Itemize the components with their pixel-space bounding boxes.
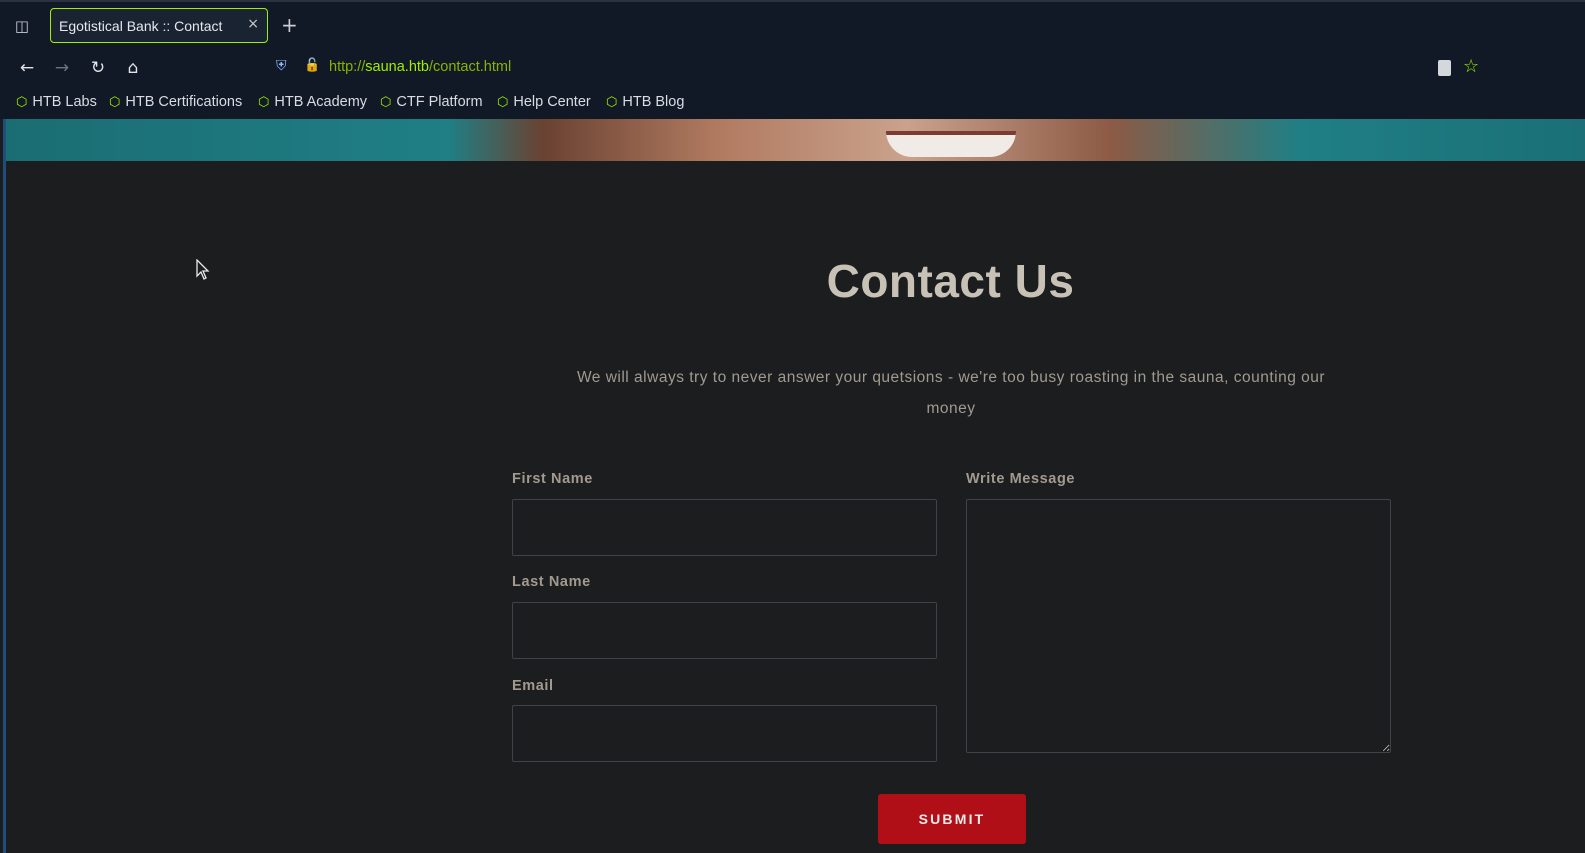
url-host: sauna.htb (365, 59, 429, 75)
htb-cube-icon: ⬡ (258, 94, 270, 110)
first-name-label: First Name (512, 471, 593, 487)
reload-icon[interactable]: ↻ (86, 56, 110, 80)
page-subtitle: We will always try to never answer your … (576, 369, 1326, 417)
htb-cube-icon: ⬡ (380, 94, 392, 110)
url-scheme: http:// (329, 59, 366, 75)
url-bar[interactable]: http://sauna.htb/contact.html (329, 59, 511, 75)
email-field[interactable] (512, 705, 937, 762)
htb-cube-icon: ⬡ (16, 94, 28, 110)
hero-smile (886, 131, 1016, 157)
message-textarea[interactable] (966, 499, 1391, 753)
htb-cube-icon: ⬡ (109, 94, 121, 110)
hero-image (6, 119, 1585, 161)
bookmark-htb-blog[interactable]: ⬡ HTB Blog (606, 94, 684, 110)
message-label: Write Message (966, 471, 1076, 487)
forward-arrow-icon[interactable]: → (50, 56, 74, 80)
bookmark-label: Help Center (513, 94, 591, 110)
submit-button[interactable]: SUBMIT (878, 794, 1026, 844)
bookmark-label: HTB Blog (622, 94, 685, 110)
url-path: /contact.html (428, 59, 512, 75)
reader-view-icon[interactable] (1438, 60, 1451, 76)
bookmark-star-icon[interactable]: ☆ (1463, 56, 1479, 77)
page-viewport: Contact Us We will always try to never a… (3, 119, 1585, 853)
last-name-label: Last Name (512, 574, 591, 590)
insecure-lock-icon[interactable]: 🔓 (304, 58, 320, 73)
tab-list-icon[interactable]: ◫ (12, 16, 32, 36)
bookmark-htb-labs[interactable]: ⬡ HTB Labs (16, 94, 97, 110)
home-icon[interactable]: ⌂ (121, 56, 145, 80)
page-title: Contact Us (826, 255, 1075, 307)
bookmark-label: CTF Platform (396, 94, 483, 110)
close-icon[interactable]: × (247, 16, 259, 32)
bookmark-label: HTB Certifications (125, 94, 243, 110)
shield-icon[interactable]: ⛨ (276, 58, 287, 74)
new-tab-button[interactable]: + (281, 13, 298, 37)
tab-title: Egotistical Bank :: Contact (59, 18, 223, 34)
navigation-bar: ← → ↻ ⌂ ⛨ 🔓 http://sauna.htb/contact.htm… (0, 48, 1585, 88)
bookmark-htb-certifications[interactable]: ⬡ HTB Certifications (109, 94, 242, 110)
back-arrow-icon[interactable]: ← (15, 56, 39, 80)
last-name-field[interactable] (512, 602, 937, 659)
bookmark-help-center[interactable]: ⬡ Help Center (497, 94, 591, 110)
tab-bar: ◫ Egotistical Bank :: Contact × + (0, 0, 1585, 48)
email-label: Email (512, 678, 554, 694)
htb-cube-icon: ⬡ (497, 94, 509, 110)
tab-active[interactable]: Egotistical Bank :: Contact × (50, 8, 268, 43)
first-name-field[interactable] (512, 499, 937, 556)
bookmark-label: HTB Academy (274, 94, 368, 110)
bookmark-label: HTB Labs (32, 94, 97, 110)
bookmark-htb-academy[interactable]: ⬡ HTB Academy (258, 94, 367, 110)
bookmarks-toolbar: ⬡ HTB Labs ⬡ HTB Certifications ⬡ HTB Ac… (0, 88, 1585, 119)
htb-cube-icon: ⬡ (606, 94, 618, 110)
bookmark-ctf-platform[interactable]: ⬡ CTF Platform (380, 94, 483, 110)
